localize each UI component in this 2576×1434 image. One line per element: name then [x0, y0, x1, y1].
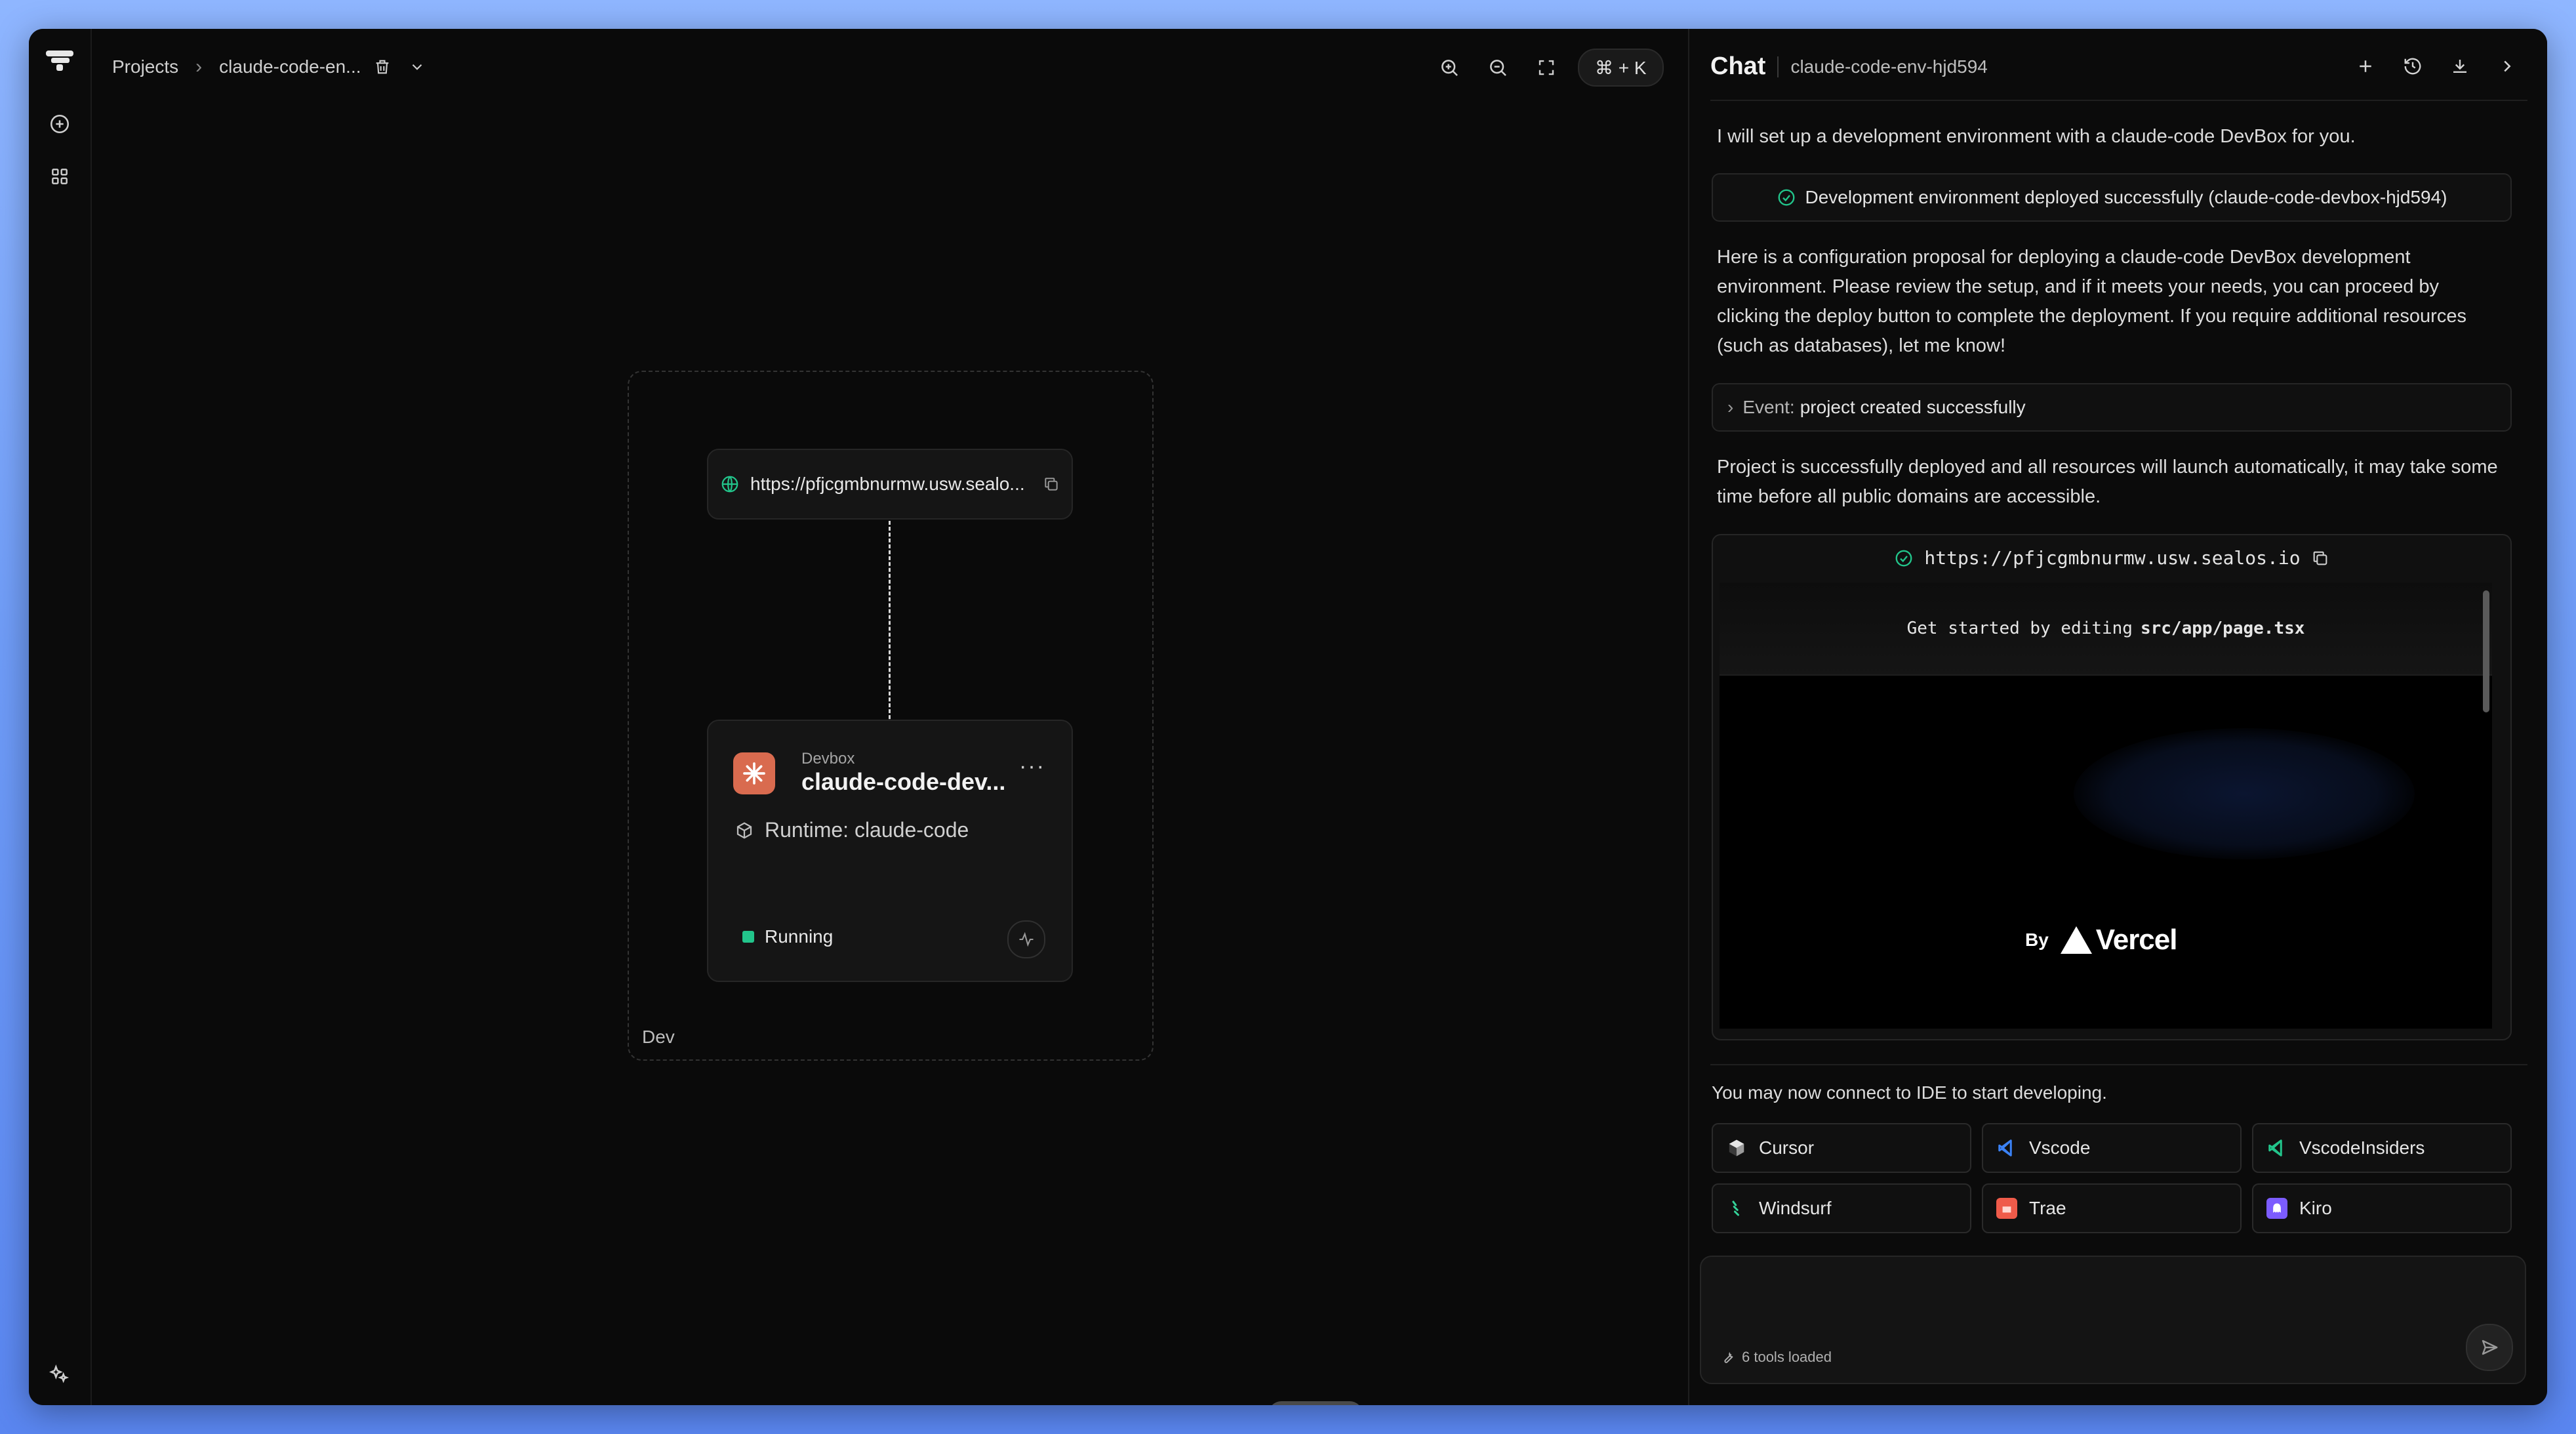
public-url-text: https://pfjcgmbnurmw.usw.sealo...: [750, 474, 1025, 494]
copy-icon[interactable]: [2311, 549, 2329, 567]
ide-label: Vscode: [2029, 1137, 2091, 1158]
windsurf-icon: [1726, 1198, 1747, 1219]
tools-loaded-text: 6 tools loaded: [1742, 1349, 1832, 1365]
sealos-logo-icon[interactable]: [43, 43, 76, 76]
package-icon: [735, 821, 754, 840]
status-dot: [742, 931, 754, 943]
wrench-icon: [1721, 1350, 1735, 1364]
banner-prefix: Get started by editing: [1906, 619, 2133, 638]
kiro-icon: [2266, 1198, 2287, 1219]
collapse-panel-icon[interactable]: [2492, 51, 2522, 81]
vercel-credit[interactable]: By Vercel: [2025, 924, 2177, 956]
ide-button-grid: Cursor Vscode VscodeInsiders Windsurf Tr…: [1712, 1123, 2512, 1233]
header-divider: [1710, 100, 2527, 101]
deploy-success-text: Development environment deployed success…: [1805, 187, 2447, 207]
download-icon[interactable]: [2445, 51, 2475, 81]
assistant-message-intro: I will set up a development environment …: [1717, 126, 2356, 147]
trash-icon[interactable]: [373, 57, 392, 77]
vercel-triangle-icon: [2059, 925, 2093, 955]
zoom-out-icon[interactable]: [1481, 51, 1515, 85]
chat-panel: Chat claude-code-env-hjd594 I will set u…: [1688, 29, 2547, 1405]
fit-view-icon[interactable]: [1529, 51, 1563, 85]
status-badge: Running: [742, 926, 833, 947]
canvas-toolbar: ⌘ + K: [1432, 49, 1664, 87]
breadcrumb: Projects › claude-code-en...: [112, 47, 426, 87]
ide-button-vscode[interactable]: Vscode: [1982, 1123, 2242, 1173]
chevron-right-icon: ›: [195, 56, 203, 77]
status-text: Running: [765, 926, 834, 947]
ide-label: Kiro: [2299, 1198, 2332, 1218]
claude-logo-icon: [733, 752, 775, 794]
ide-button-vscode-insiders[interactable]: VscodeInsiders: [2252, 1123, 2512, 1173]
chat-title: Chat: [1710, 52, 1766, 80]
assistant-message-proposal: Here is a configuration proposal for dep…: [1717, 247, 2466, 356]
devbox-name: claude-code-dev...: [801, 768, 1006, 795]
chat-composer: 6 tools loaded: [1700, 1256, 2526, 1384]
ide-label: Windsurf: [1759, 1198, 1832, 1218]
send-button[interactable]: [2466, 1324, 2513, 1371]
ide-label: Cursor: [1759, 1137, 1815, 1158]
check-circle-icon: [1894, 548, 1914, 568]
app-window: Projects › claude-code-en... ⌘ + K Dev h…: [29, 29, 2547, 1405]
deploy-success-notice: Development environment deployed success…: [1712, 173, 2512, 222]
vercel-brand: Vercel: [2095, 924, 2178, 956]
chevron-down-icon[interactable]: [409, 58, 426, 75]
zoom-in-icon[interactable]: [1432, 51, 1466, 85]
chat-header: Chat claude-code-env-hjd594: [1710, 52, 1988, 81]
ide-label: Trae: [2029, 1198, 2066, 1218]
banner-file: src/app/page.tsx: [2140, 619, 2305, 638]
public-url-node[interactable]: https://pfjcgmbnurmw.usw.sealo...: [707, 449, 1073, 520]
ide-button-trae[interactable]: Trae: [1982, 1183, 2242, 1233]
ide-button-windsurf[interactable]: Windsurf: [1712, 1183, 1971, 1233]
event-key: Event:: [1742, 397, 1795, 417]
check-circle-icon: [1777, 188, 1796, 207]
event-value: project created successfully: [1800, 397, 2026, 417]
vscode-insiders-icon: [2266, 1137, 2287, 1158]
theme-sparkle-icon[interactable]: [43, 1358, 76, 1391]
connection-edge: [889, 521, 891, 743]
chat-session-name: claude-code-env-hjd594: [1777, 56, 1988, 77]
activity-icon[interactable]: [1007, 920, 1045, 958]
chevron-right-icon: ›: [1727, 397, 1734, 417]
vscode-icon: [1996, 1137, 2017, 1158]
new-chat-icon[interactable]: [43, 108, 76, 140]
left-rail: [29, 29, 92, 1405]
preview-frame[interactable]: Get started by editing src/app/page.tsx …: [1720, 583, 2492, 1029]
command-palette-shortcut[interactable]: ⌘ + K: [1578, 49, 1664, 87]
preview-url-bar: https://pfjcgmbnurmw.usw.sealos.io: [1713, 547, 2510, 569]
runtime-row: Runtime: claude-code: [735, 818, 969, 842]
chat-input[interactable]: [1714, 1267, 2471, 1322]
section-divider: [1710, 1064, 2527, 1065]
devbox-kind-label: Devbox: [801, 750, 855, 768]
background-glow: [2074, 728, 2415, 859]
history-icon[interactable]: [2398, 51, 2428, 81]
runtime-text: Runtime: claude-code: [765, 818, 969, 842]
site-preview: https://pfjcgmbnurmw.usw.sealos.io Get s…: [1712, 534, 2512, 1040]
globe-icon: [720, 474, 740, 494]
trae-icon: [1996, 1198, 2017, 1219]
tools-loaded-indicator[interactable]: 6 tools loaded: [1721, 1349, 1832, 1366]
apps-grid-icon[interactable]: [43, 160, 76, 193]
bottom-panel-handle[interactable]: ▲: [1268, 1401, 1363, 1405]
cursor-icon: [1726, 1137, 1747, 1158]
ide-button-kiro[interactable]: Kiro: [2252, 1183, 2512, 1233]
new-chat-plus-icon[interactable]: [2350, 51, 2381, 81]
assistant-message-deployed: Project is successfully deployed and all…: [1717, 457, 2498, 507]
preview-scrollbar[interactable]: [2483, 590, 2489, 712]
chat-actions: [2350, 51, 2522, 81]
preview-url-link[interactable]: https://pfjcgmbnurmw.usw.sealos.io: [1924, 547, 2300, 569]
ide-hint-text: You may now connect to IDE to start deve…: [1712, 1082, 2107, 1103]
copy-icon[interactable]: [1043, 476, 1060, 493]
devbox-node[interactable]: Devbox claude-code-dev... ··· Runtime: c…: [707, 720, 1073, 982]
by-label: By: [2025, 930, 2049, 950]
event-row[interactable]: › Event: project created successfully: [1712, 383, 2512, 432]
send-icon: [2480, 1338, 2499, 1357]
preview-banner: Get started by editing src/app/page.tsx: [1720, 583, 2492, 676]
more-options-icon[interactable]: ···: [1019, 754, 1045, 779]
ide-button-cursor[interactable]: Cursor: [1712, 1123, 1971, 1173]
breadcrumb-projects-link[interactable]: Projects: [112, 56, 178, 77]
group-label: Dev: [642, 1027, 675, 1047]
breadcrumb-project-name[interactable]: claude-code-en...: [219, 56, 361, 77]
ide-label: VscodeInsiders: [2299, 1137, 2425, 1158]
